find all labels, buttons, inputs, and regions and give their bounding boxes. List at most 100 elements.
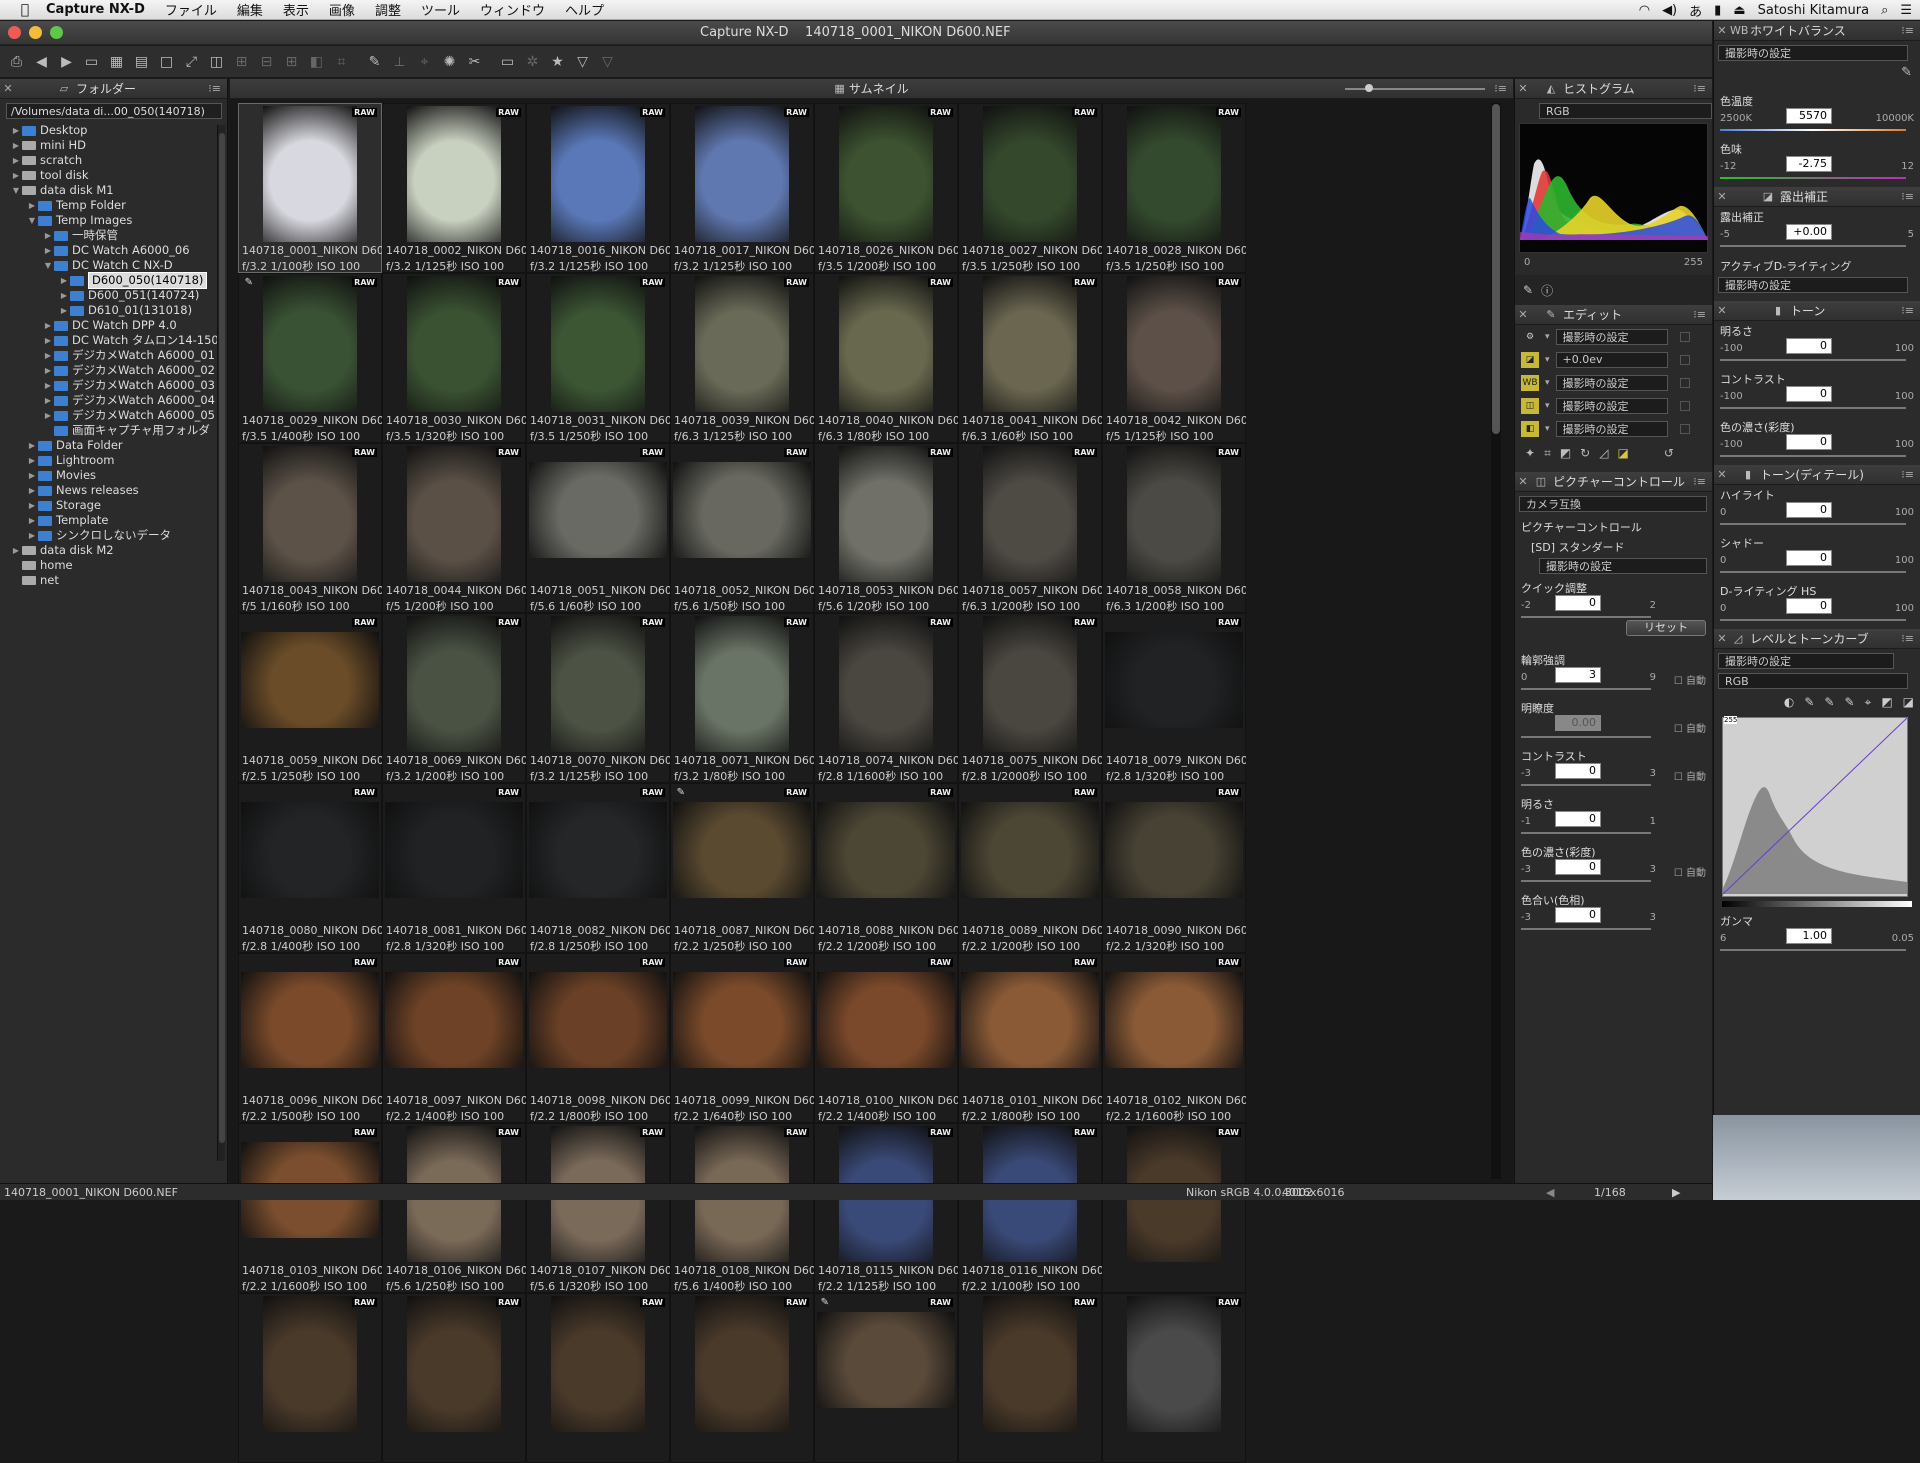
- thumbnail-item[interactable]: RAW 140718_0099_NIKON D600 f/2.2 1/640秒 IS…: [670, 953, 814, 1123]
- thumbnail-item[interactable]: RAW 140718_0106_NIKON D600 f/5.6 1/250秒 IS…: [382, 1123, 526, 1293]
- panel-menu-icon[interactable]: ⁝≡: [1693, 82, 1706, 95]
- folder-scrollbar[interactable]: [217, 125, 225, 1161]
- thumbnail-item[interactable]: RAW 140718_0017_NIKON D600 f/3.2 1/125秒 IS…: [670, 103, 814, 273]
- disclosure-arrow-icon[interactable]: ▼: [42, 258, 54, 273]
- disclosure-arrow-icon[interactable]: ▶: [42, 393, 54, 408]
- tree-node[interactable]: ▶ 一時保管: [0, 228, 227, 243]
- tree-node[interactable]: ▶ Data Folder: [0, 438, 227, 453]
- filter-icon[interactable]: ▽: [572, 51, 593, 72]
- slider-value[interactable]: 0: [1555, 907, 1601, 923]
- thumbnail-item[interactable]: RAW 140718_0030_NIKON D600 f/3.5 1/320秒 IS…: [382, 273, 526, 443]
- gray-point-icon[interactable]: ✎: [1824, 695, 1834, 709]
- spotlight-search-icon[interactable]: ⌕: [1881, 3, 1888, 18]
- expand-arrow-icon[interactable]: ▾: [1545, 401, 1550, 411]
- thumbnail-item[interactable]: RAW 140718_0051_NIKON D600 f/5.6 1/60秒 ISO…: [526, 443, 670, 613]
- eject-icon[interactable]: ⏏: [1733, 3, 1745, 18]
- tree-node[interactable]: 画面キャプチャ用フォルダ: [0, 423, 227, 438]
- apple-icon[interactable]: : [14, 2, 36, 18]
- print-icon[interactable]: ⎙: [6, 51, 27, 72]
- thumbnail-item[interactable]: RAW 140718_0040_NIKON D600 f/6.3 1/80秒 ISO…: [814, 273, 958, 443]
- adjust-slider[interactable]: 明瞭度 0.00 ☐ 自動: [1515, 698, 1712, 746]
- adjust-slider[interactable]: クイック調整 -2 2 0 リセット: [1515, 578, 1712, 650]
- notification-center-icon[interactable]: ☰: [1900, 3, 1912, 18]
- auto-checkbox[interactable]: ☐ 自動: [1674, 768, 1706, 783]
- tree-node[interactable]: ▶ Movies: [0, 468, 227, 483]
- picture-control-setting-select[interactable]: 撮影時の設定: [1539, 558, 1707, 574]
- disclosure-arrow-icon[interactable]: ▶: [10, 138, 22, 153]
- monitor-icon[interactable]: ▭: [497, 51, 518, 72]
- filmstrip-icon[interactable]: ▤: [131, 51, 152, 72]
- thumbnail-item[interactable]: RAW 140718_0028_NIKON D600 f/3.5 1/250秒 IS…: [1102, 103, 1246, 273]
- thumbnail-item[interactable]: RAW 140718_0001_NIKON D600 f/3.2 1/100秒 IS…: [238, 103, 382, 273]
- disclosure-arrow-icon[interactable]: ▶: [26, 453, 38, 468]
- tree-node[interactable]: ▶ DC Watch A6000_06: [0, 243, 227, 258]
- step-checkbox[interactable]: [1679, 423, 1690, 434]
- menu-window[interactable]: ウィンドウ: [470, 0, 555, 19]
- panel-menu-icon[interactable]: ⁝≡: [1693, 308, 1706, 321]
- thumbnail-item[interactable]: RAW 140718_0052_NIKON D600 f/5.6 1/50秒 ISO…: [670, 443, 814, 613]
- tree-node[interactable]: ▼ data disk M1: [0, 183, 227, 198]
- thumbnail-item[interactable]: RAW 140718_0057_NIKON D600 f/6.3 1/200秒 IS…: [958, 443, 1102, 613]
- panel-menu-icon[interactable]: ⁝≡: [1901, 190, 1914, 203]
- disclosure-arrow-icon[interactable]: ▶: [58, 288, 70, 303]
- tree-node[interactable]: ▶ D600_051(140724): [0, 288, 227, 303]
- close-panel-icon[interactable]: ✕: [1714, 304, 1730, 317]
- compare-2-icon[interactable]: ◫: [206, 51, 227, 72]
- thumbnail-item[interactable]: RAW 140718_0039_NIKON D600 f/6.3 1/125秒 IS…: [670, 273, 814, 443]
- white-point-icon[interactable]: ✎: [1844, 695, 1854, 709]
- edit-step-value[interactable]: 撮影時の設定: [1555, 374, 1668, 391]
- thumbnail-item[interactable]: RAW: [382, 1293, 526, 1463]
- close-panel-icon[interactable]: ✕: [0, 82, 16, 95]
- adjust-slider[interactable]: コントラスト -3 3 0 ☐ 自動: [1515, 746, 1712, 794]
- panel-menu-icon[interactable]: ⁝≡: [1901, 468, 1914, 481]
- thumbnail-item[interactable]: RAW 140718_0090_NIKON D600 f/2.2 1/320秒 IS…: [1102, 783, 1246, 953]
- rotate-icon[interactable]: ⌖: [414, 51, 435, 72]
- menu-adjust[interactable]: 調整: [365, 0, 411, 19]
- panel-menu-icon[interactable]: ⁝≡: [208, 82, 221, 95]
- exposure-icon[interactable]: ◪: [1521, 351, 1539, 368]
- open-folder-icon[interactable]: ▭: [81, 51, 102, 72]
- crop-icon[interactable]: ⌗: [331, 51, 352, 72]
- tree-node[interactable]: home: [0, 558, 227, 573]
- thumbnail-item[interactable]: RAW 140718_0069_NIKON D600 f/3.2 1/200秒 IS…: [382, 613, 526, 783]
- wb-icon[interactable]: WB: [1521, 374, 1539, 391]
- thumbnail-item[interactable]: RAW 140718_0088_NIKON D600 f/2.2 1/200秒 IS…: [814, 783, 958, 953]
- picture-control-icon[interactable]: ◫: [1521, 397, 1539, 414]
- disclosure-arrow-icon[interactable]: ▼: [26, 213, 38, 228]
- thumbnail-item[interactable]: RAW 140718_0100_NIKON D600 f/2.2 1/400秒 IS…: [814, 953, 958, 1123]
- tree-node[interactable]: ▶ デジカメWatch A6000_04: [0, 393, 227, 408]
- tree-node[interactable]: ▶ D610_01(131018): [0, 303, 227, 318]
- close-panel-icon[interactable]: ✕: [1714, 24, 1730, 37]
- auto-contrast-icon[interactable]: ◩: [1881, 695, 1892, 709]
- add-anchor-icon[interactable]: ⌖: [1865, 695, 1872, 710]
- thumbnail-item[interactable]: RAW 140718_0102_NIKON D600 f/2.2 1/1600秒 I…: [1102, 953, 1246, 1123]
- tree-node[interactable]: ▶ デジカメWatch A6000_05: [0, 408, 227, 423]
- tree-node[interactable]: ▶ data disk M2: [0, 543, 227, 558]
- tone-curve-graph[interactable]: 255: [1722, 716, 1908, 897]
- white-balance-select[interactable]: 撮影時の設定: [1718, 45, 1908, 61]
- edit-step-row[interactable]: ◫ ▾ 撮影時の設定: [1515, 394, 1712, 417]
- tree-node[interactable]: ▶ tool disk: [0, 168, 227, 183]
- gear-icon[interactable]: ⚙: [1521, 329, 1539, 345]
- thumbnail-item[interactable]: RAW 140718_0097_NIKON D600 f/2.2 1/400秒 IS…: [382, 953, 526, 1123]
- thumbnail-item[interactable]: RAW ✎ 140718_0087_NIKON D600 f/2.2 1/250秒 I…: [670, 783, 814, 953]
- adjust-slider[interactable]: コントラスト -100 100 0: [1714, 369, 1920, 417]
- disclosure-arrow-icon[interactable]: ▶: [42, 333, 54, 348]
- active-d-lighting-select[interactable]: 撮影時の設定: [1718, 277, 1908, 293]
- menu-app-name[interactable]: Capture NX-D: [36, 2, 155, 17]
- folder-path-selector[interactable]: /Volumes/data di...00_050(140718): [6, 103, 222, 119]
- compare-h-icon[interactable]: ⊞: [281, 51, 302, 72]
- thumbnail-item[interactable]: RAW 140718_0075_NIKON D600 f/2.8 1/2000秒 I…: [958, 613, 1102, 783]
- adjust-slider[interactable]: 色の濃さ(彩度) -100 100 0: [1714, 417, 1920, 465]
- edit-step-row[interactable]: ⚙ ▾ 撮影時の設定: [1515, 325, 1712, 348]
- step-checkbox[interactable]: [1679, 354, 1690, 365]
- thumbnail-item[interactable]: RAW: [238, 1293, 382, 1463]
- thumbnail-item[interactable]: RAW 140718_0031_NIKON D600 f/3.5 1/250秒 IS…: [526, 273, 670, 443]
- tree-node[interactable]: ▶ DC Watch DPP 4.0: [0, 318, 227, 333]
- black-point-icon[interactable]: ✎: [1804, 695, 1814, 709]
- expand-arrow-icon[interactable]: ▾: [1545, 378, 1550, 388]
- thumbnail-item[interactable]: RAW 140718_0108_NIKON D600 f/5.6 1/400秒 IS…: [670, 1123, 814, 1293]
- tree-node[interactable]: ▶ デジカメWatch A6000_01: [0, 348, 227, 363]
- panel-menu-icon[interactable]: ⁝≡: [1901, 304, 1914, 317]
- levels-setting-select[interactable]: 撮影時の設定: [1718, 653, 1894, 669]
